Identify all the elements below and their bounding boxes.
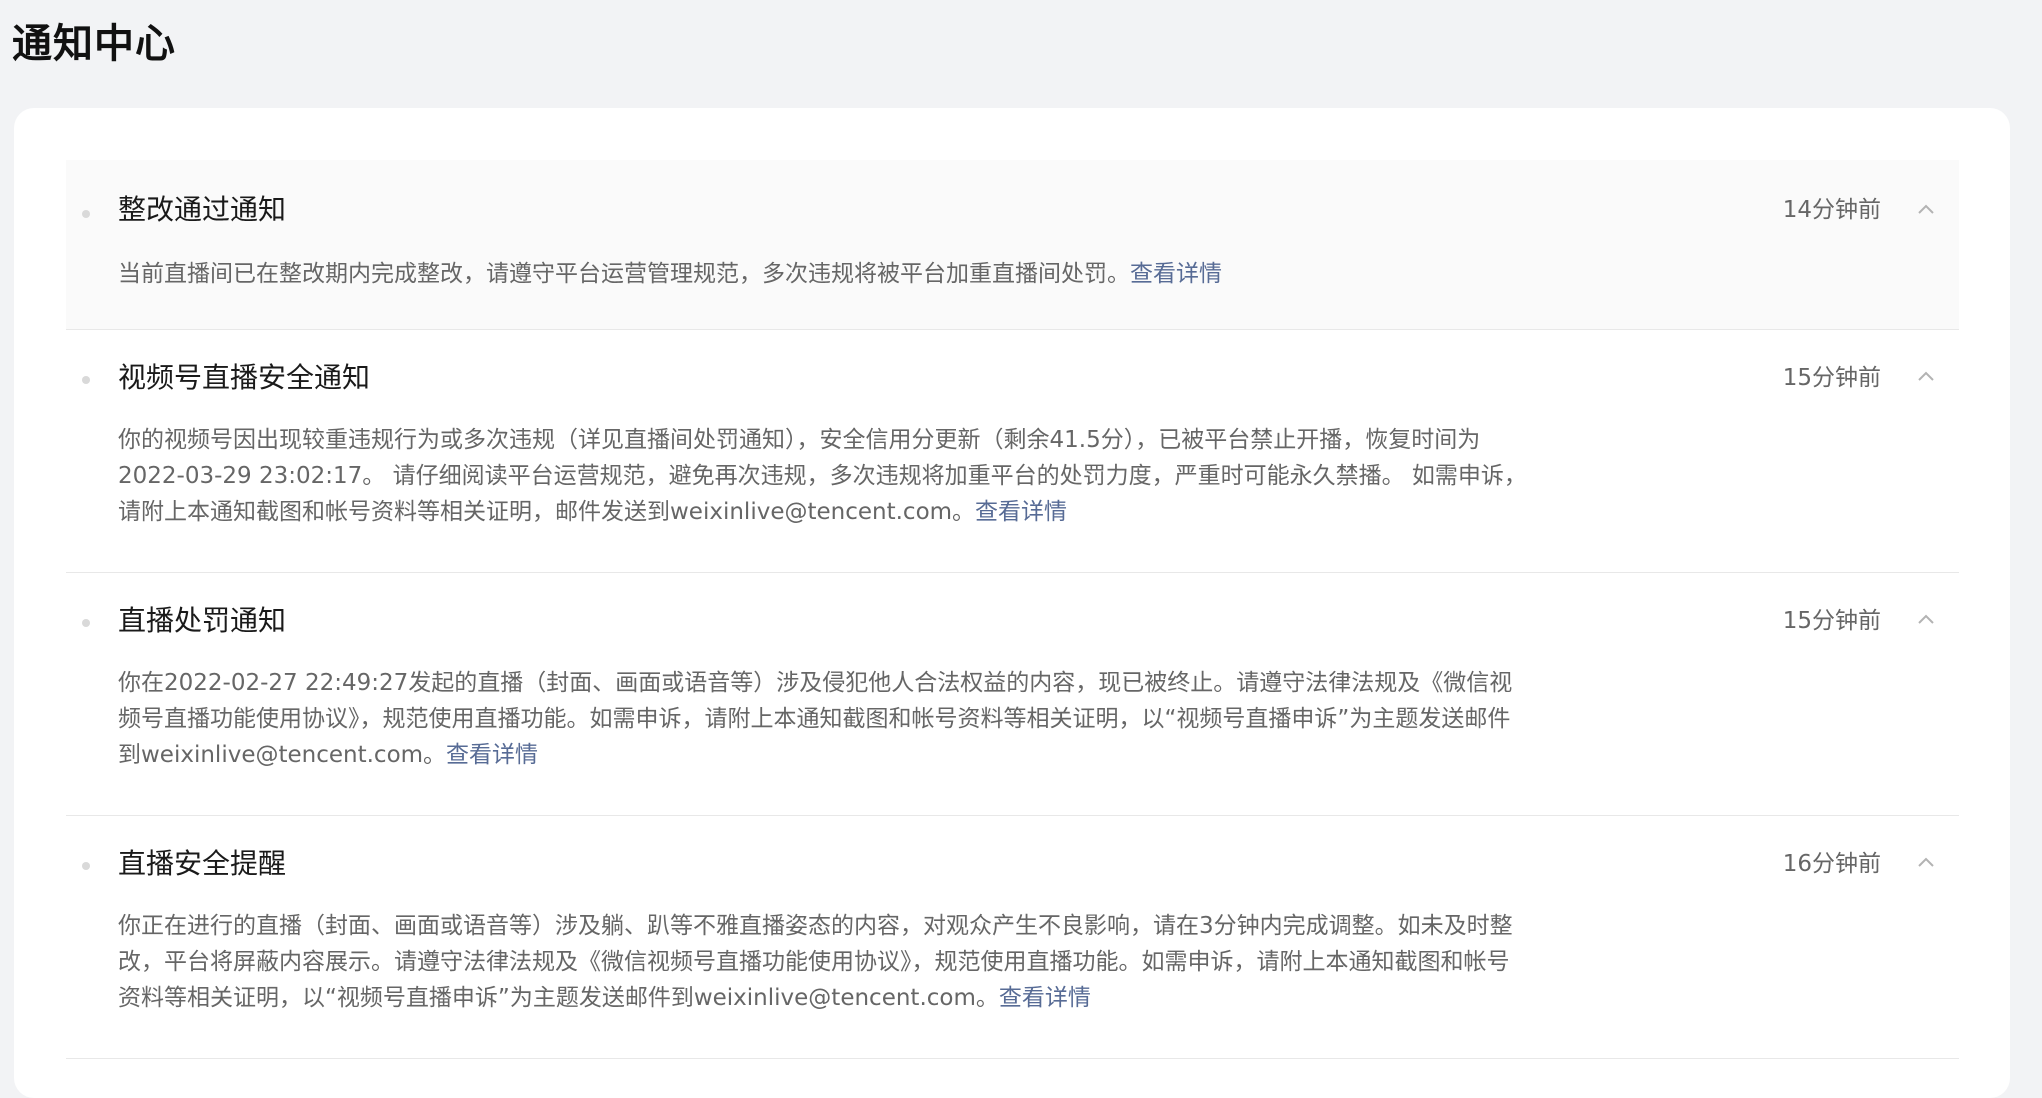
notification-item[interactable]: 直播安全提醒 16分钟前 你正在进行的直播（封面、画面或语音等）涉及躺、趴等不雅… [66,816,1959,1059]
notification-title: 直播安全提醒 [118,847,287,880]
notification-text: 你正在进行的直播（封面、画面或语音等）涉及躺、趴等不雅直播姿态的内容，对观众产生… [118,913,1513,1011]
bullet-dot-icon [82,862,90,870]
notification-title: 整改通过通知 [118,193,287,226]
notification-item[interactable]: 视频号直播安全通知 15分钟前 你的视频号因出现较重违规行为或多次违规（详见直播… [66,330,1959,573]
notification-list: 整改通过通知 14分钟前 当前直播间已在整改期内完成整改，请遵守平台运营管理规范… [66,160,1959,1059]
notification-body: 你正在进行的直播（封面、画面或语音等）涉及躺、趴等不雅直播姿态的内容，对观众产生… [118,908,1528,1016]
notification-title: 直播处罚通知 [118,604,287,637]
notification-item[interactable]: 直播处罚通知 15分钟前 你在2022-02-27 22:49:27发起的直播（… [66,573,1959,816]
page-title: 通知中心 [12,21,176,67]
notification-time: 15分钟前 [1782,608,1881,634]
bullet-dot-icon [82,210,90,218]
notification-body: 你的视频号因出现较重违规行为或多次违规（详见直播间处罚通知），安全信用分更新（剩… [118,422,1528,530]
notification-time: 15分钟前 [1782,365,1881,391]
notification-time: 16分钟前 [1782,851,1881,877]
bullet-dot-icon [82,619,90,627]
view-details-link[interactable]: 查看详情 [1130,261,1222,287]
chevron-up-icon[interactable] [1915,852,1937,874]
notification-title: 视频号直播安全通知 [118,361,371,394]
chevron-up-icon[interactable] [1915,199,1937,221]
notification-text: 你的视频号因出现较重违规行为或多次违规（详见直播间处罚通知），安全信用分更新（剩… [118,427,1527,525]
view-details-link[interactable]: 查看详情 [999,985,1091,1011]
bullet-dot-icon [82,376,90,384]
notification-body: 当前直播间已在整改期内完成整改，请遵守平台运营管理规范，多次违规将被平台加重直播… [118,256,1528,292]
notification-body: 你在2022-02-27 22:49:27发起的直播（封面、画面或语音等）涉及侵… [118,665,1528,773]
notification-text: 当前直播间已在整改期内完成整改，请遵守平台运营管理规范，多次违规将被平台加重直播… [118,261,1130,287]
notification-time: 14分钟前 [1782,197,1881,223]
notification-text: 你在2022-02-27 22:49:27发起的直播（封面、画面或语音等）涉及侵… [118,670,1513,768]
view-details-link[interactable]: 查看详情 [975,499,1067,525]
notification-card: 整改通过通知 14分钟前 当前直播间已在整改期内完成整改，请遵守平台运营管理规范… [14,108,2010,1098]
chevron-up-icon[interactable] [1915,609,1937,631]
notification-item[interactable]: 整改通过通知 14分钟前 当前直播间已在整改期内完成整改，请遵守平台运营管理规范… [66,160,1959,330]
chevron-up-icon[interactable] [1915,366,1937,388]
view-details-link[interactable]: 查看详情 [446,742,538,768]
